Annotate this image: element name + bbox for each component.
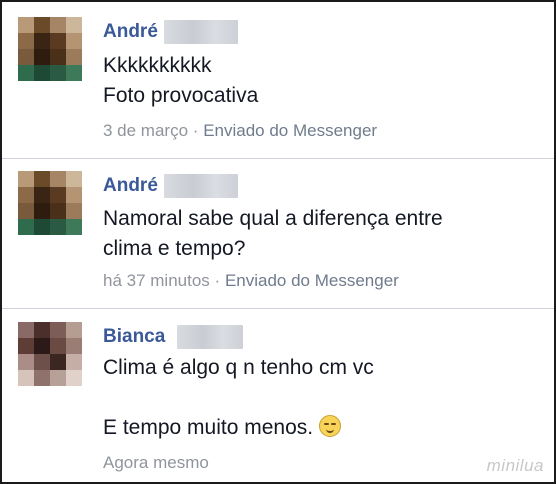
sent-via-messenger[interactable]: Enviado do Messenger [225,271,399,290]
message-item: Bianca Clima é algo q n tenho cm vc E te… [2,309,554,482]
message-line: Namoral sabe qual a diferença entre [103,207,443,230]
redacted-surname [177,325,244,349]
message-meta: há 37 minutos · Enviado do Messenger [103,270,399,292]
timestamp[interactable]: há 37 minutos [103,271,210,290]
sender-name[interactable]: Bianca [103,326,165,348]
message-text: E tempo muito menos. [103,413,523,443]
message-item: André Namoral sabe qual a diferença entr… [2,159,554,309]
avatar[interactable] [18,17,82,81]
message-item: André Kkkkkkkkkk Foto provocativa 3 de m… [2,2,554,158]
message-text: Kkkkkkkkkk Foto provocativa [103,51,523,111]
sender-row: Bianca [103,322,244,352]
avatar[interactable] [18,171,82,235]
watermark-logo: minilua [486,456,544,475]
message-meta: 3 de março · Enviado do Messenger [103,120,377,142]
sender-row: André [103,17,238,47]
sent-via-messenger[interactable]: Enviado do Messenger [203,121,377,140]
message-line: E tempo muito menos. [103,416,314,439]
timestamp[interactable]: 3 de março [103,121,188,140]
message-text: Clima é algo q n tenho cm vc [103,353,523,383]
sender-name[interactable]: André [103,175,158,197]
relieved-face-emoji [319,415,342,437]
message-line: Foto provocativa [103,84,259,107]
redacted-surname [163,20,238,44]
message-thread: André Kkkkkkkkkk Foto provocativa 3 de m… [0,0,556,484]
sender-row: André [103,171,238,201]
meta-separator: · [192,121,199,140]
avatar[interactable] [18,322,82,386]
message-text: Namoral sabe qual a diferença entre clim… [103,204,523,264]
timestamp[interactable]: Agora mesmo [103,453,209,472]
message-meta: Agora mesmo [103,452,209,474]
redacted-surname [163,174,238,198]
message-line: Kkkkkkkkkk [103,54,212,77]
meta-separator: · [214,271,221,290]
message-line: Clima é algo q n tenho cm vc [103,356,374,379]
sender-name[interactable]: André [103,21,158,43]
message-line: clima e tempo? [103,237,246,260]
